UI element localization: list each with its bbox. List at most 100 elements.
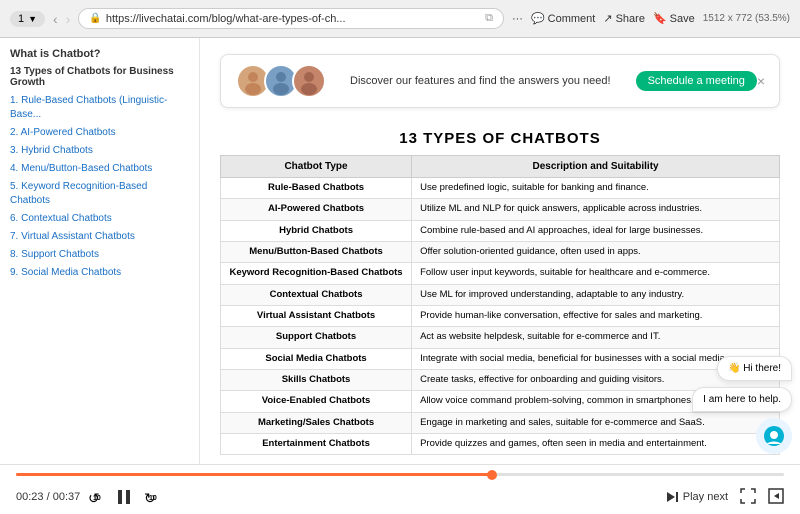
rewind-button[interactable]: ↺ 10 — [84, 485, 108, 509]
progress-thumb — [487, 470, 497, 480]
url-text: https://livechatai.com/blog/what-are-typ… — [106, 13, 481, 25]
bookmark-icon: 🔖 — [653, 12, 667, 25]
table-row: Support ChatbotsAct as website helpdesk,… — [221, 327, 780, 348]
table-cell-type: Entertainment Chatbots — [221, 434, 412, 455]
browser-tab[interactable]: 1 ▼ — [10, 11, 45, 27]
table-cell-type: Hybrid Chatbots — [221, 220, 412, 241]
table-cell-desc: Use ML for improved understanding, adapt… — [412, 284, 780, 305]
close-banner-button[interactable]: × — [757, 73, 765, 89]
sidebar-item[interactable]: 9. Social Media Chatbots — [10, 266, 189, 280]
sidebar-title: What is Chatbot? — [10, 48, 189, 60]
table-cell-desc: Follow user input keywords, suitable for… — [412, 263, 780, 284]
fast-forward-button[interactable]: ↻ 10 — [140, 485, 164, 509]
sidebar-item[interactable]: 5. Keyword Recognition-Based Chatbots — [10, 180, 189, 208]
notification-banner: Discover our features and find the answe… — [220, 54, 780, 108]
table-cell-type: Support Chatbots — [221, 327, 412, 348]
table-row: Virtual Assistant ChatbotsProvide human-… — [221, 306, 780, 327]
more-button[interactable]: ··· — [512, 13, 523, 25]
controls-row: 00:23 / 00:37 ↺ 10 ↻ 10 — [16, 480, 784, 514]
chat-response: I am here to help. — [692, 387, 792, 412]
play-next-label: Play next — [683, 491, 728, 503]
article-area: Discover our features and find the answe… — [200, 38, 800, 464]
svg-text:10: 10 — [93, 495, 101, 502]
share-button[interactable]: ↗ Share — [603, 12, 645, 25]
play-next-icon — [665, 490, 679, 504]
avatar-group — [235, 63, 325, 99]
col-header-desc: Description and Suitability — [412, 156, 780, 178]
table-cell-type: Marketing/Sales Chatbots — [221, 412, 412, 433]
play-next-button[interactable]: Play next — [665, 490, 728, 504]
table-cell-type: Social Media Chatbots — [221, 348, 412, 369]
progress-bar-container[interactable] — [16, 465, 784, 480]
lock-icon: 🔒 — [89, 13, 101, 24]
table-row: AI-Powered ChatbotsUtilize ML and NLP fo… — [221, 199, 780, 220]
duplicate-icon[interactable]: ⧉ — [485, 12, 493, 25]
controls-left: 00:23 / 00:37 ↺ 10 ↻ 10 — [16, 485, 164, 509]
banner-text: Discover our features and find the answe… — [325, 75, 636, 87]
table-cell-type: Skills Chatbots — [221, 370, 412, 391]
table-cell-desc: Use predefined logic, suitable for banki… — [412, 178, 780, 199]
sidebar-item[interactable]: 8. Support Chatbots — [10, 248, 189, 262]
comment-icon: 💬 — [531, 12, 545, 25]
sidebar-item[interactable]: 4. Menu/Button-Based Chatbots — [10, 162, 189, 176]
col-header-type: Chatbot Type — [221, 156, 412, 178]
sidebar-item[interactable]: 3. Hybrid Chatbots — [10, 144, 189, 158]
fullscreen-alt-button[interactable] — [768, 488, 784, 507]
video-controls: 00:23 / 00:37 ↺ 10 ↻ 10 — [0, 464, 800, 514]
nav-forward[interactable]: › — [66, 11, 71, 27]
table-cell-type: AI-Powered Chatbots — [221, 199, 412, 220]
table-caption: 13 Types of Chatbots — [220, 122, 780, 155]
table-cell-type: Rule-Based Chatbots — [221, 178, 412, 199]
sidebar-item[interactable]: 7. Virtual Assistant Chatbots — [10, 230, 189, 244]
table-cell-type: Menu/Button-Based Chatbots — [221, 242, 412, 263]
time-display: 00:23 / 00:37 — [16, 491, 80, 503]
nav-back[interactable]: ‹ — [53, 11, 58, 27]
expand-alt-icon — [768, 488, 784, 504]
table-row: Hybrid ChatbotsCombine rule-based and AI… — [221, 220, 780, 241]
total-time: 00:37 — [53, 491, 81, 503]
chat-widget: 👋 Hi there! I am here to help. — [692, 356, 792, 454]
current-time: 00:23 — [16, 491, 44, 503]
chat-logo-icon — [762, 424, 786, 448]
sidebar-item[interactable]: 2. AI-Powered Chatbots — [10, 126, 189, 140]
chat-greeting: 👋 Hi there! — [717, 356, 792, 381]
table-row: Keyword Recognition-Based ChatbotsFollow… — [221, 263, 780, 284]
browser-chrome: 1 ▼ ‹ › 🔒 https://livechatai.com/blog/wh… — [0, 0, 800, 38]
sidebar-subtitle: 13 Types of Chatbots for Business Growth — [10, 66, 189, 88]
comment-button[interactable]: 💬 Comment — [531, 12, 595, 25]
svg-text:10: 10 — [149, 495, 157, 502]
controls-right: Play next — [665, 488, 784, 507]
sidebar: What is Chatbot? 13 Types of Chatbots fo… — [0, 38, 200, 464]
window-size: 1512 x 772 (53.5%) — [703, 13, 790, 24]
play-pause-button[interactable] — [112, 485, 136, 509]
table-cell-desc: Combine rule-based and AI approaches, id… — [412, 220, 780, 241]
table-cell-desc: Utilize ML and NLP for quick answers, ap… — [412, 199, 780, 220]
table-row: Rule-Based ChatbotsUse predefined logic,… — [221, 178, 780, 199]
table-cell-desc: Act as website helpdesk, suitable for e-… — [412, 327, 780, 348]
table-cell-type: Contextual Chatbots — [221, 284, 412, 305]
fast-forward-icon: ↻ 10 — [142, 487, 162, 507]
table-cell-type: Voice-Enabled Chatbots — [221, 391, 412, 412]
progress-bar-fill — [16, 473, 492, 476]
save-button[interactable]: 🔖 Save — [653, 12, 695, 25]
share-icon: ↗ — [603, 12, 612, 25]
tab-number: 1 — [18, 13, 24, 25]
tab-chevron[interactable]: ▼ — [28, 14, 37, 24]
table-cell-type: Keyword Recognition-Based Chatbots — [221, 263, 412, 284]
schedule-button[interactable]: Schedule a meeting — [636, 71, 757, 91]
fullscreen-button[interactable] — [740, 488, 756, 507]
url-bar[interactable]: 🔒 https://livechatai.com/blog/what-are-t… — [78, 8, 504, 29]
table-row: Contextual ChatbotsUse ML for improved u… — [221, 284, 780, 305]
table-cell-desc: Provide human-like conversation, effecti… — [412, 306, 780, 327]
chat-icon[interactable] — [756, 418, 792, 454]
pause-icon — [114, 487, 134, 507]
sidebar-item[interactable]: 1. Rule-Based Chatbots (Linguistic-Base.… — [10, 94, 189, 122]
banner-avatars — [235, 63, 325, 99]
progress-bar-track — [16, 473, 784, 476]
sidebar-item[interactable]: 6. Contextual Chatbots — [10, 212, 189, 226]
rewind-icon: ↺ 10 — [86, 487, 106, 507]
table-cell-desc: Offer solution-oriented guidance, often … — [412, 242, 780, 263]
table-cell-type: Virtual Assistant Chatbots — [221, 306, 412, 327]
expand-icon — [740, 488, 756, 504]
table-row: Menu/Button-Based ChatbotsOffer solution… — [221, 242, 780, 263]
